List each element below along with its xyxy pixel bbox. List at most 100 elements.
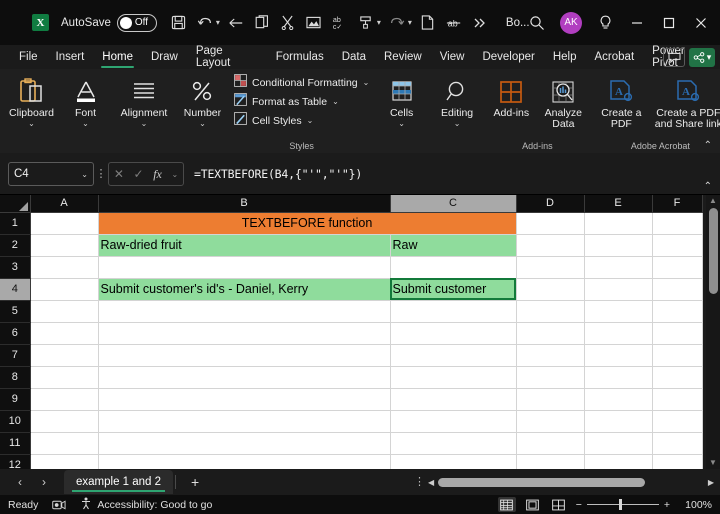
formula-bar-options-icon[interactable]: ⋮ bbox=[94, 168, 108, 179]
autosave-toggle[interactable]: Off bbox=[116, 13, 157, 32]
cell-C5[interactable] bbox=[390, 300, 517, 323]
horizontal-scrollbar[interactable]: ⋮ ◀ ▶ bbox=[414, 477, 714, 488]
cell-D10[interactable] bbox=[516, 410, 585, 433]
scrollbar-thumb[interactable] bbox=[708, 208, 718, 294]
close-icon[interactable] bbox=[686, 8, 716, 38]
add-ins-button[interactable]: Add-ins bbox=[485, 74, 537, 119]
cell-E11[interactable] bbox=[584, 432, 653, 455]
cell-E1[interactable] bbox=[584, 212, 653, 235]
cell-C11[interactable] bbox=[390, 432, 517, 455]
scroll-options-icon[interactable]: ⋮ bbox=[414, 477, 425, 488]
maximize-icon[interactable] bbox=[654, 8, 684, 38]
zoom-track[interactable] bbox=[586, 499, 659, 510]
cell-B10[interactable] bbox=[98, 410, 391, 433]
strikethrough-icon[interactable]: ab bbox=[442, 10, 466, 36]
cell-B3[interactable] bbox=[98, 256, 391, 279]
col-header-C[interactable]: C bbox=[390, 195, 517, 213]
cell-B4[interactable]: Submit customer's id's - Daniel, Kerry bbox=[98, 278, 391, 301]
save-icon[interactable] bbox=[167, 10, 191, 36]
next-sheet-icon[interactable]: › bbox=[32, 475, 56, 489]
row-header-2[interactable]: 2 bbox=[0, 234, 31, 257]
cell-B8[interactable] bbox=[98, 366, 391, 389]
back-arrow-icon[interactable] bbox=[224, 10, 248, 36]
new-file-icon[interactable] bbox=[416, 10, 440, 36]
zoom-slider[interactable]: − + bbox=[576, 499, 670, 511]
row-header-8[interactable]: 8 bbox=[0, 366, 31, 389]
record-macro-icon[interactable] bbox=[52, 499, 66, 511]
cell-D8[interactable] bbox=[516, 366, 585, 389]
cell-B7[interactable] bbox=[98, 344, 391, 367]
cell-C6[interactable] bbox=[390, 322, 517, 345]
zoom-knob[interactable] bbox=[618, 499, 622, 510]
chevron-down-icon[interactable]: ⌄ bbox=[171, 170, 178, 179]
col-header-A[interactable]: A bbox=[30, 195, 99, 213]
cell-styles-button[interactable]: Cell Styles ⌄ bbox=[230, 111, 317, 130]
tab-draw[interactable]: Draw bbox=[142, 45, 187, 69]
cell-F5[interactable] bbox=[652, 300, 703, 323]
cell-C4[interactable]: Submit customer bbox=[390, 278, 517, 301]
cell-B12[interactable] bbox=[98, 454, 391, 469]
painter-dropdown-icon[interactable]: ▾ bbox=[377, 18, 381, 27]
search-icon[interactable] bbox=[522, 8, 552, 38]
cell-D1[interactable] bbox=[516, 212, 585, 235]
tab-developer[interactable]: Developer bbox=[473, 45, 543, 69]
sheet-tab-example-1-and-2[interactable]: example 1 and 2 bbox=[64, 470, 174, 494]
scroll-left-icon[interactable]: ◀ bbox=[428, 478, 434, 487]
paste-special-icon[interactable] bbox=[302, 10, 326, 36]
number-button[interactable]: Number ⌄ bbox=[179, 74, 226, 128]
cell-C12[interactable] bbox=[390, 454, 517, 469]
tab-acrobat[interactable]: Acrobat bbox=[586, 45, 644, 69]
redo-icon[interactable] bbox=[385, 10, 409, 36]
cell-D5[interactable] bbox=[516, 300, 585, 323]
font-button[interactable]: Font ⌄ bbox=[62, 74, 109, 128]
comment-icon[interactable] bbox=[663, 47, 685, 67]
cell-D2[interactable] bbox=[516, 234, 585, 257]
tab-home[interactable]: Home bbox=[93, 45, 142, 69]
expand-formula-bar-icon[interactable]: ⌃ bbox=[704, 181, 712, 192]
cell-E3[interactable] bbox=[584, 256, 653, 279]
chevron-down-icon[interactable]: ⌄ bbox=[81, 170, 88, 179]
cell-D9[interactable] bbox=[516, 388, 585, 411]
tab-help[interactable]: Help bbox=[544, 45, 586, 69]
copy-icon[interactable] bbox=[250, 10, 274, 36]
cell-F1[interactable] bbox=[652, 212, 703, 235]
zoom-in-button[interactable]: + bbox=[664, 499, 670, 511]
cell-F7[interactable] bbox=[652, 344, 703, 367]
chevron-down-icon[interactable]: ⌄ bbox=[454, 120, 461, 128]
hscrollbar-track[interactable] bbox=[438, 477, 704, 487]
normal-view-icon[interactable] bbox=[497, 497, 516, 512]
cell-C2[interactable]: Raw bbox=[390, 234, 517, 257]
cell-E2[interactable] bbox=[584, 234, 653, 257]
chevron-down-icon[interactable]: ⌄ bbox=[28, 120, 35, 128]
scroll-up-icon[interactable]: ▲ bbox=[709, 195, 717, 207]
hscrollbar-thumb[interactable] bbox=[438, 477, 646, 487]
add-sheet-icon[interactable]: + bbox=[178, 474, 212, 490]
cell-D11[interactable] bbox=[516, 432, 585, 455]
worksheet-grid[interactable]: A B C D E F 1 TEXTBEFORE function 2 Raw- bbox=[0, 195, 720, 469]
tab-insert[interactable]: Insert bbox=[47, 45, 94, 69]
zoom-out-button[interactable]: − bbox=[576, 499, 582, 511]
create-pdf-share-button[interactable]: A Create a PDF and Share link bbox=[649, 74, 720, 130]
row-header-1[interactable]: 1 bbox=[0, 212, 31, 235]
scroll-down-icon[interactable]: ▼ bbox=[709, 457, 717, 469]
col-header-B[interactable]: B bbox=[98, 195, 391, 213]
create-pdf-button[interactable]: A Create a PDF bbox=[593, 74, 649, 130]
editing-button[interactable]: Editing ⌄ bbox=[433, 74, 482, 128]
tab-data[interactable]: Data bbox=[333, 45, 375, 69]
autosave-control[interactable]: AutoSave Off bbox=[61, 13, 157, 32]
cell-F12[interactable] bbox=[652, 454, 703, 469]
cell-F9[interactable] bbox=[652, 388, 703, 411]
row-header-11[interactable]: 11 bbox=[0, 432, 31, 455]
lightbulb-icon[interactable] bbox=[590, 8, 620, 38]
row-header-3[interactable]: 3 bbox=[0, 256, 31, 279]
cell-A6[interactable] bbox=[30, 322, 99, 345]
chevron-down-icon[interactable]: ⌄ bbox=[332, 97, 339, 106]
chevron-down-icon[interactable]: ⌄ bbox=[398, 120, 405, 128]
cell-D7[interactable] bbox=[516, 344, 585, 367]
cell-A2[interactable] bbox=[30, 234, 99, 257]
ribbon-collapse-icon[interactable]: ⌃ bbox=[704, 140, 712, 151]
cell-E8[interactable] bbox=[584, 366, 653, 389]
page-break-view-icon[interactable] bbox=[550, 497, 568, 512]
col-header-E[interactable]: E bbox=[584, 195, 653, 213]
cell-E7[interactable] bbox=[584, 344, 653, 367]
